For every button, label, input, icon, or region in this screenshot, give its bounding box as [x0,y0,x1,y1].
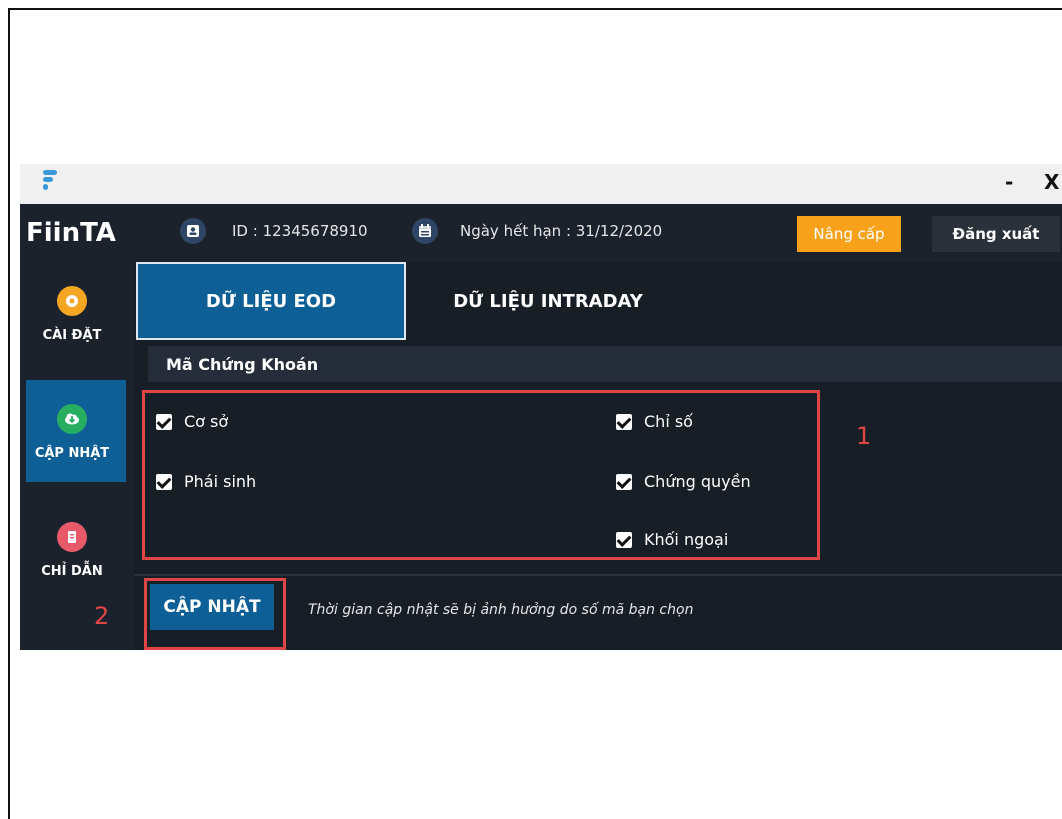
divider [134,574,1062,576]
upgrade-button[interactable]: Nâng cấp [797,216,901,252]
checkbox-index[interactable]: Chỉ số [616,412,693,431]
window-titlebar: - X [20,164,1062,204]
gear-icon [57,286,87,316]
expiry-date-text: Ngày hết hạn : 31/12/2020 [460,222,663,240]
section-title: Mã Chứng Khoán [166,355,319,374]
checkbox-label: Cơ sở [184,412,229,431]
checkbox-derivatives[interactable]: Phái sinh [156,472,256,491]
brand-title: FiinTA [26,218,116,248]
sidebar: CÀI ĐẶT CẬP NHẬT CHỈ DẪN 2 [20,262,134,650]
checkbox-base-stocks[interactable]: Cơ sở [156,412,228,431]
update-time-note: Thời gian cập nhật sẽ bị ảnh hưởng do số… [308,602,694,618]
close-button[interactable]: X [1044,170,1059,194]
checkbox-checked-icon[interactable] [616,531,632,548]
sidebar-item-guide[interactable]: CHỈ DẪN [26,498,126,600]
main-content: DỮ LIỆU EOD DỮ LIỆU INTRADAY Mã Chứng Kh… [134,262,1062,650]
checkbox-checked-icon[interactable] [616,413,632,430]
update-button[interactable]: CẬP NHẬT [150,584,274,630]
id-card-icon [180,218,206,244]
tab-eod-data[interactable]: DỮ LIỆU EOD [136,262,406,340]
checkbox-foreign-trading[interactable]: Khối ngoại [616,530,728,549]
minimize-button[interactable]: - [1005,170,1013,194]
app-window: FiinTA ID : 12345678910 Ngày hết hạn : 3… [20,204,1062,650]
checkbox-checked-icon[interactable] [156,473,172,490]
checkbox-label: Chứng quyền [644,472,751,491]
checkbox-checked-icon[interactable] [156,413,172,430]
sidebar-item-settings[interactable]: CÀI ĐẶT [26,262,126,364]
sidebar-item-update[interactable]: CẬP NHẬT [26,380,126,482]
checkbox-checked-icon[interactable] [616,473,632,490]
checkbox-covered-warrants[interactable]: Chứng quyền [616,472,751,491]
annotation-number-2: 2 [94,602,110,630]
fiinta-logo-icon [43,170,57,190]
document-icon [57,522,87,552]
cloud-download-icon [57,404,87,434]
section-header: Mã Chứng Khoán [148,346,1062,382]
annotation-number-1: 1 [856,422,872,450]
user-id-text: ID : 12345678910 [232,222,368,240]
checkbox-label: Phái sinh [184,472,257,491]
calendar-icon [412,218,438,244]
app-header: FiinTA ID : 12345678910 Ngày hết hạn : 3… [20,204,1062,262]
logout-button[interactable]: Đăng xuất [932,216,1060,252]
sidebar-item-label: CẬP NHẬT [34,446,110,461]
sidebar-item-label: CHỈ DẪN [41,564,103,579]
tab-intraday-data[interactable]: DỮ LIỆU INTRADAY [424,262,672,340]
checkbox-label: Khối ngoại [644,530,729,549]
checkbox-label: Chỉ số [644,412,693,431]
sidebar-item-label: CÀI ĐẶT [42,328,102,343]
